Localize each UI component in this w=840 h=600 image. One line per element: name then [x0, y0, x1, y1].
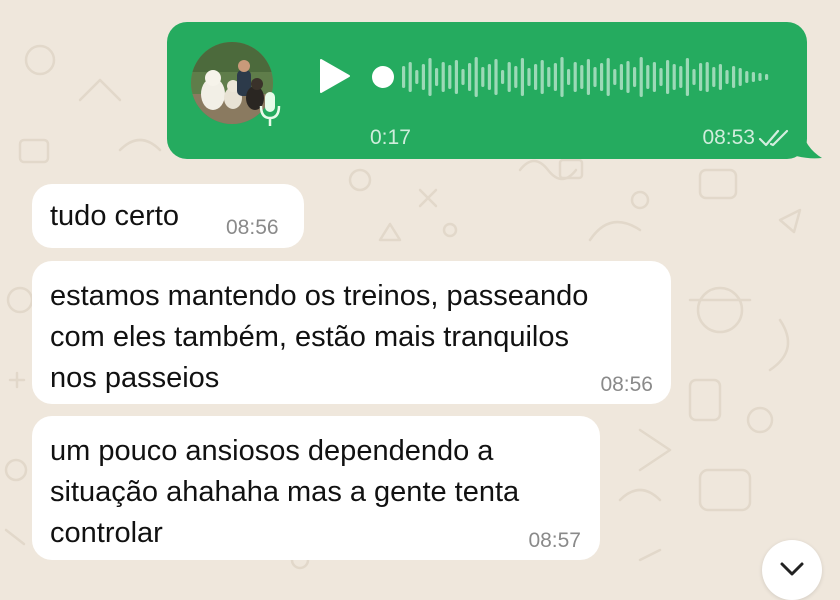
voice-message-bubble: 0:17 08:53	[167, 22, 807, 159]
waveform-bar	[666, 60, 670, 94]
waveform-bar	[468, 63, 472, 91]
waveform-bar	[745, 71, 749, 83]
waveform-bar	[421, 64, 425, 90]
message-line: nos passeios	[50, 362, 220, 394]
waveform-bar	[507, 62, 511, 92]
waveform-bar	[474, 57, 478, 97]
message-line: situação ahahaha mas a gente tenta	[50, 476, 520, 508]
message-text: tudo certo	[50, 200, 179, 232]
waveform-bar	[448, 65, 452, 89]
waveform-bar	[580, 65, 584, 89]
waveform-bar	[685, 58, 689, 96]
waveform-bar	[751, 72, 755, 82]
incoming-message: um pouco ansiosos dependendo a situação …	[32, 416, 600, 560]
waveform-bar	[573, 62, 577, 92]
waveform-bar	[520, 58, 524, 96]
waveform-bar	[712, 67, 716, 87]
double-check-icon	[758, 129, 789, 147]
waveform-bar	[501, 70, 505, 84]
incoming-message: tudo certo 08:56	[32, 184, 304, 248]
waveform-bar	[613, 69, 617, 85]
waveform-bar	[606, 58, 610, 96]
waveform-bar	[738, 68, 742, 86]
waveform-bar	[619, 64, 623, 90]
waveform-bar	[705, 62, 709, 92]
waveform-bar	[639, 57, 643, 97]
playback-position-knob[interactable]	[372, 66, 394, 88]
waveform-bar	[441, 62, 445, 92]
waveform-bar	[646, 65, 650, 89]
waveform-bar	[718, 64, 722, 90]
waveform-bar	[560, 57, 564, 97]
message-text: um pouco ansiosos dependendo a situação …	[50, 431, 519, 554]
waveform-bar	[659, 68, 663, 86]
scroll-to-bottom-button[interactable]	[762, 540, 822, 600]
audio-waveform[interactable]	[372, 55, 792, 99]
message-time: 08:56	[600, 373, 653, 396]
waveform-bar	[758, 73, 762, 81]
waveform-bar	[428, 58, 432, 96]
waveform-bar	[679, 66, 683, 88]
chevron-down-icon	[780, 562, 804, 576]
waveform-bar	[553, 63, 557, 91]
message-line: controlar	[50, 517, 163, 549]
message-line: com eles também, estão mais tranquilos	[50, 321, 569, 353]
microphone-icon	[259, 92, 281, 126]
message-line: um pouco ansiosos dependendo a	[50, 435, 494, 467]
waveform-bar	[527, 68, 531, 86]
incoming-message: estamos mantendo os treinos, passeando c…	[32, 261, 671, 404]
message-time: 08:57	[528, 529, 581, 552]
message-time: 08:56	[226, 216, 279, 239]
waveform-bar	[652, 62, 656, 92]
waveform-bar	[402, 66, 406, 88]
waveform-bar	[514, 66, 518, 88]
waveform-bar	[692, 69, 696, 85]
voice-duration: 0:17	[370, 126, 411, 149]
waveform-bar	[765, 74, 769, 80]
play-icon[interactable]	[315, 56, 353, 96]
waveform-bar	[593, 67, 597, 87]
waveform-bar	[699, 63, 703, 91]
waveform-bar	[534, 64, 538, 90]
waveform-bar	[725, 70, 729, 84]
message-text: estamos mantendo os treinos, passeando c…	[50, 276, 588, 399]
waveform-bar	[408, 62, 412, 92]
waveform-bar	[633, 67, 637, 87]
waveform-bar	[481, 67, 485, 87]
waveform-bar	[547, 67, 551, 87]
waveform-bar	[626, 61, 630, 93]
waveform-bar	[494, 59, 498, 95]
waveform-bar	[487, 64, 491, 90]
waveform-bar	[567, 69, 571, 85]
waveform-bar	[600, 63, 604, 91]
waveform-bar	[540, 60, 544, 94]
waveform-bar	[732, 66, 736, 88]
waveform-bar	[435, 68, 439, 86]
waveform-bar	[672, 64, 676, 90]
waveform-bar	[454, 60, 458, 94]
waveform-bar	[415, 70, 419, 84]
waveform-bar	[586, 59, 590, 95]
message-time: 08:53	[702, 126, 755, 149]
message-line: estamos mantendo os treinos, passeando	[50, 280, 589, 312]
waveform-bar	[461, 69, 465, 85]
